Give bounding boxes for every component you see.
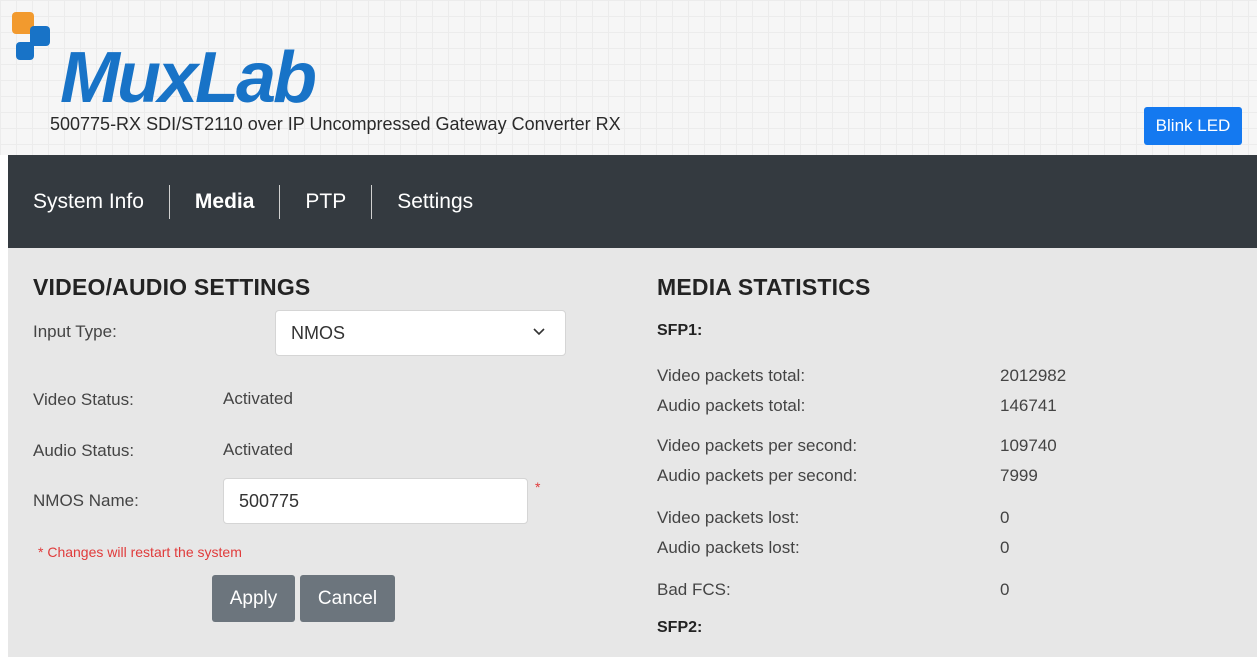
stat-value: 0 [1000,508,1010,527]
sfp1-label: SFP1: [657,322,703,339]
apply-button[interactable]: Apply [212,575,295,622]
nav-item-settings[interactable]: Settings [372,185,498,219]
stat-label: Video packets per second: [657,436,858,455]
stat-label: Audio packets lost: [657,538,800,557]
stat-label: Audio packets per second: [657,466,858,485]
stat-label: Video packets lost: [657,508,800,527]
audio-status-value: Activated [223,440,293,459]
page-header: MuxLab 500775-RX SDI/ST2110 over IP Unco… [0,0,1257,155]
stat-label: Video packets total: [657,366,806,385]
input-type-value: NMOS [291,322,345,343]
nmos-name-input[interactable] [223,478,528,524]
nav-item-media[interactable]: Media [170,185,280,219]
audio-status-label: Audio Status: [33,441,135,460]
stat-label: Audio packets total: [657,396,806,415]
input-type-select[interactable]: NMOS [275,310,566,356]
stat-value: 2012982 [1000,366,1067,385]
settings-title: VIDEO/AUDIO SETTINGS [33,274,311,300]
video-status-label: Video Status: [33,390,134,409]
video-status-value: Activated [223,389,293,408]
restart-warning: * Changes will restart the system [38,544,242,560]
blink-led-button[interactable]: Blink LED [1144,107,1242,145]
stat-value: 0 [1000,580,1010,599]
logo-text: MuxLab [60,38,317,118]
device-subtitle: 500775-RX SDI/ST2110 over IP Uncompresse… [50,114,621,134]
stat-value: 109740 [1000,436,1057,455]
sfp2-label: SFP2: [657,619,703,636]
stat-value: 7999 [1000,466,1038,485]
nav-item-system-info[interactable]: System Info [8,185,169,219]
muxlab-logo: MuxLab [8,8,338,118]
nmos-name-label: NMOS Name: [33,491,139,510]
stats-title: MEDIA STATISTICS [657,274,871,300]
media-panel: VIDEO/AUDIO SETTINGS Input Type: NMOS Vi… [8,248,1257,657]
input-type-label: Input Type: [33,322,117,341]
main-nav: System Info Media PTP Settings [8,155,1257,248]
nav-item-ptp[interactable]: PTP [280,185,371,219]
stat-value: 146741 [1000,396,1057,415]
required-mark: * [535,479,541,495]
stat-label: Bad FCS: [657,580,731,599]
cancel-button[interactable]: Cancel [300,575,395,622]
stat-value: 0 [1000,538,1010,557]
chevron-down-icon [533,328,545,336]
